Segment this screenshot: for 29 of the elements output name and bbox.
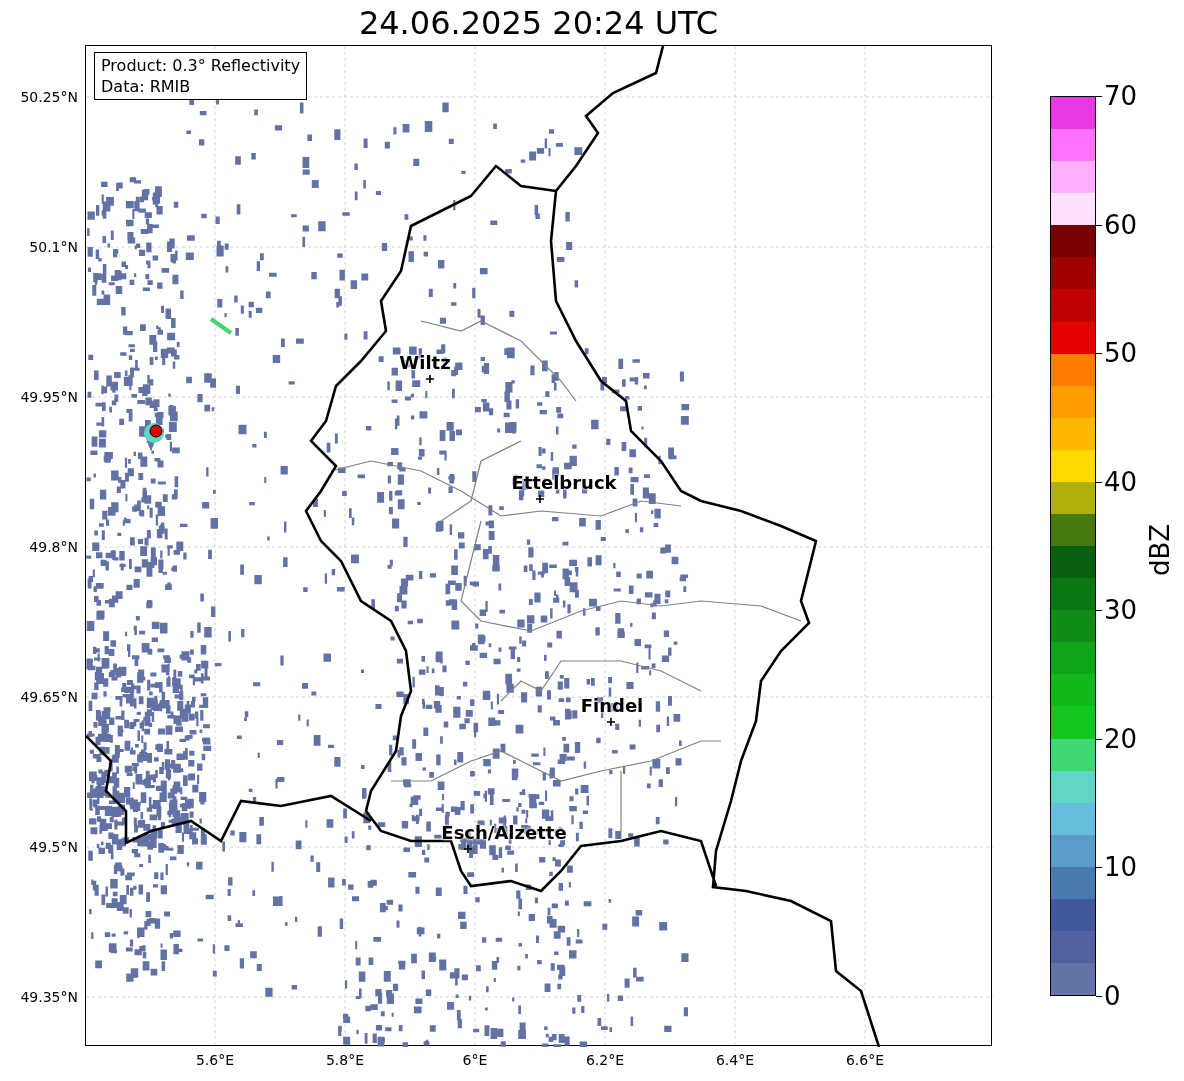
- longitude-label: 6.2°E: [585, 1053, 625, 1067]
- longitude-label: 5.6°E: [195, 1053, 235, 1067]
- latitude-label: 50.25°N: [20, 90, 78, 104]
- info-text: Data: RMIB: [101, 76, 192, 97]
- colorbar-tick-label: 30: [1104, 597, 1138, 624]
- latitude-label: 50.1°N: [29, 240, 78, 254]
- info-text: Product: 0.3° Reflectivity: [101, 55, 301, 76]
- latitude-label: 49.8°N: [29, 540, 78, 554]
- longitude-label: 6.6°E: [845, 1053, 885, 1067]
- city-marker-icon: [426, 375, 434, 383]
- longitude-label: 6°E: [462, 1053, 488, 1067]
- colorbar-tick-label: 50: [1104, 340, 1138, 367]
- colorbar-label: dBZ: [1147, 523, 1173, 577]
- longitude-label: 6.4°E: [715, 1053, 755, 1067]
- colorbar-tick-label: 70: [1104, 83, 1138, 109]
- chart-title: 24.06.2025 20:24 UTC: [358, 6, 719, 39]
- colorbar-tick-label: 60: [1104, 211, 1138, 238]
- city-marker-icon: [464, 845, 472, 853]
- latitude-label: 49.95°N: [20, 390, 78, 404]
- longitude-label: 5.8°E: [325, 1053, 365, 1067]
- colorbar-tick-label: 40: [1104, 468, 1138, 495]
- colorbar-tick-label: 20: [1104, 725, 1138, 752]
- city-marker-icon: [536, 495, 544, 503]
- colorbar-tick-label: 10: [1104, 854, 1138, 881]
- city-marker-icon: [607, 718, 615, 726]
- colorbar-tick-label: 0: [1104, 983, 1121, 1009]
- latitude-label: 49.35°N: [20, 990, 78, 1004]
- latitude-label: 49.5°N: [29, 840, 78, 854]
- latitude-label: 49.65°N: [20, 690, 78, 704]
